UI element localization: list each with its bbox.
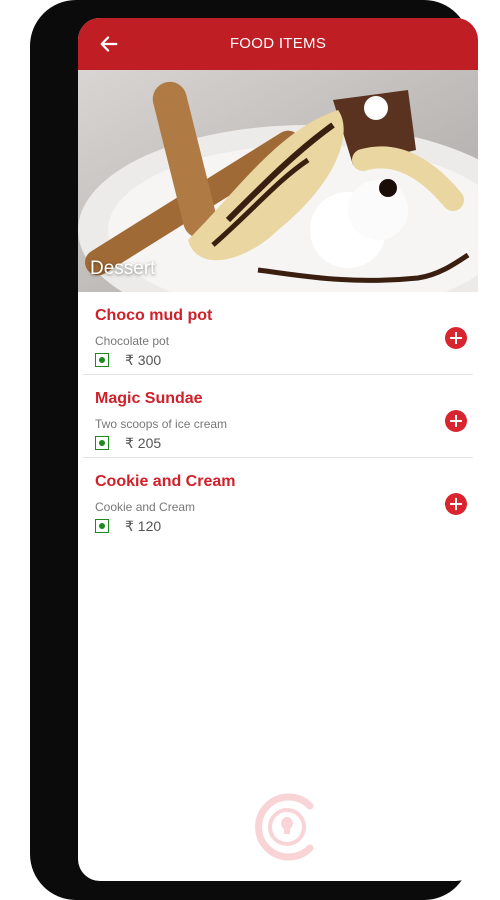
veg-icon [95, 436, 109, 450]
category-banner: Dessert [78, 70, 478, 292]
page-title: FOOD ITEMS [229, 35, 327, 52]
item-price: ₹ 120 [125, 518, 162, 534]
phone-frame: FOOD ITEMS Dessert Choco mud pot Chocola… [30, 0, 478, 900]
item-name: Choco mud pot [95, 307, 213, 324]
app-screen: FOOD ITEMS Dessert Choco mud pot Chocola… [78, 18, 478, 881]
watermark-logo-icon [255, 793, 314, 861]
item-description: Chocolate pot [95, 334, 170, 348]
item-price: ₹ 205 [125, 435, 162, 451]
food-item: Magic Sundae Two scoops of ice cream ₹ 2… [83, 375, 473, 458]
veg-icon [95, 353, 109, 367]
veg-icon [95, 519, 109, 533]
app-bar: FOOD ITEMS [78, 18, 478, 70]
add-icon[interactable] [445, 410, 467, 432]
item-name: Cookie and Cream [95, 473, 236, 490]
add-icon[interactable] [445, 493, 467, 515]
item-description: Cookie and Cream [95, 500, 196, 514]
category-title: Dessert [90, 258, 156, 279]
food-item: Cookie and Cream Cookie and Cream ₹ 120 [83, 458, 473, 540]
item-price: ₹ 300 [125, 352, 162, 368]
item-description: Two scoops of ice cream [95, 417, 228, 431]
food-item: Choco mud pot Chocolate pot ₹ 300 [83, 292, 473, 375]
food-item-list: Choco mud pot Chocolate pot ₹ 300 Magic … [78, 292, 478, 540]
add-icon[interactable] [445, 327, 467, 349]
item-name: Magic Sundae [95, 390, 203, 407]
